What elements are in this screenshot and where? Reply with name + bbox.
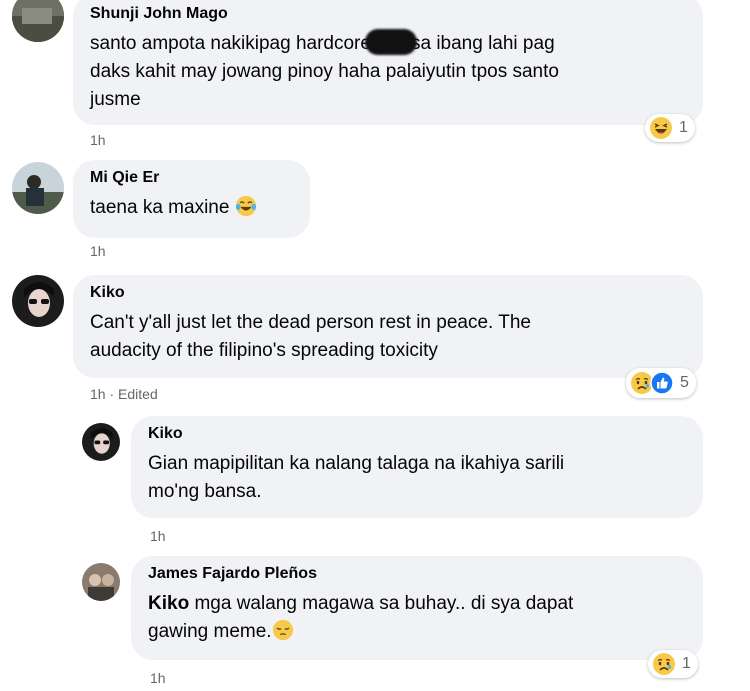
reply-text: Gian mapipilitan ka nalang talaga na ika… <box>148 453 565 502</box>
comment-bubble: Kiko Can't y'all just let the dead perso… <box>73 275 703 378</box>
avatar[interactable] <box>82 563 120 601</box>
avatar[interactable] <box>12 0 64 42</box>
reply-time[interactable]: 1h <box>150 670 166 686</box>
reply-text: Kiko mga walang magawa sa buhay.. di sya… <box>148 593 574 642</box>
redacted-mark <box>364 29 417 55</box>
avatar[interactable] <box>12 162 64 214</box>
reply-author[interactable]: Kiko <box>148 424 687 444</box>
reply-meta: 1h <box>150 527 166 545</box>
comment-meta: 1h · Edited <box>90 386 158 402</box>
comment-text: taena ka maxine <box>90 194 294 222</box>
comment-text: Can't y'all just let the dead person res… <box>90 312 531 361</box>
reply-meta: 1h <box>150 669 166 687</box>
reaction-summary[interactable]: 1 <box>645 114 695 142</box>
comment-bubble: Shunji John Mago santo ampota nakikipag … <box>73 0 703 125</box>
like-icon <box>650 371 674 395</box>
reaction-count: 1 <box>679 119 688 136</box>
avatar[interactable] <box>82 423 120 461</box>
reaction-count: 1 <box>682 655 691 672</box>
pensive-emoji <box>272 619 293 641</box>
comment-time[interactable]: 1h <box>90 386 106 402</box>
reaction-summary[interactable]: 1 <box>648 650 698 678</box>
avatar[interactable] <box>12 275 64 327</box>
avatar-photo-icon <box>12 0 64 42</box>
reply-bubble: James Fajardo Pleños Kiko mga walang mag… <box>131 556 703 660</box>
comment-text: santo ampota nakikipag hardcore sa ibang … <box>90 29 687 114</box>
comment-time[interactable]: 1h <box>90 243 106 259</box>
mention-link[interactable]: Kiko <box>148 593 189 614</box>
reply-bubble: Kiko Gian mapipilitan ka nalang talaga n… <box>131 416 703 518</box>
edited-label[interactable]: Edited <box>118 386 158 402</box>
comment-bubble: Mi Qie Er taena ka maxine <box>73 160 310 238</box>
comment-meta: 1h <box>90 131 106 149</box>
comment-author[interactable]: Mi Qie Er <box>90 168 294 188</box>
avatar-photo-icon <box>12 162 64 214</box>
haha-icon <box>650 117 672 139</box>
avatar-photo-icon <box>82 423 120 461</box>
sad-icon <box>653 653 675 675</box>
reaction-count: 5 <box>680 374 689 391</box>
avatar-photo-icon <box>12 275 64 327</box>
reply-author[interactable]: James Fajardo Pleños <box>148 564 687 584</box>
comment-author[interactable]: Shunji John Mago <box>90 4 687 24</box>
avatar-photo-icon <box>82 563 120 601</box>
comment-meta: 1h <box>90 242 106 260</box>
reply-time[interactable]: 1h <box>150 528 166 544</box>
crying-laughing-emoji <box>235 195 256 217</box>
reaction-summary[interactable]: 5 <box>626 368 696 398</box>
comment-author[interactable]: Kiko <box>90 283 687 303</box>
comment-time[interactable]: 1h <box>90 132 106 148</box>
